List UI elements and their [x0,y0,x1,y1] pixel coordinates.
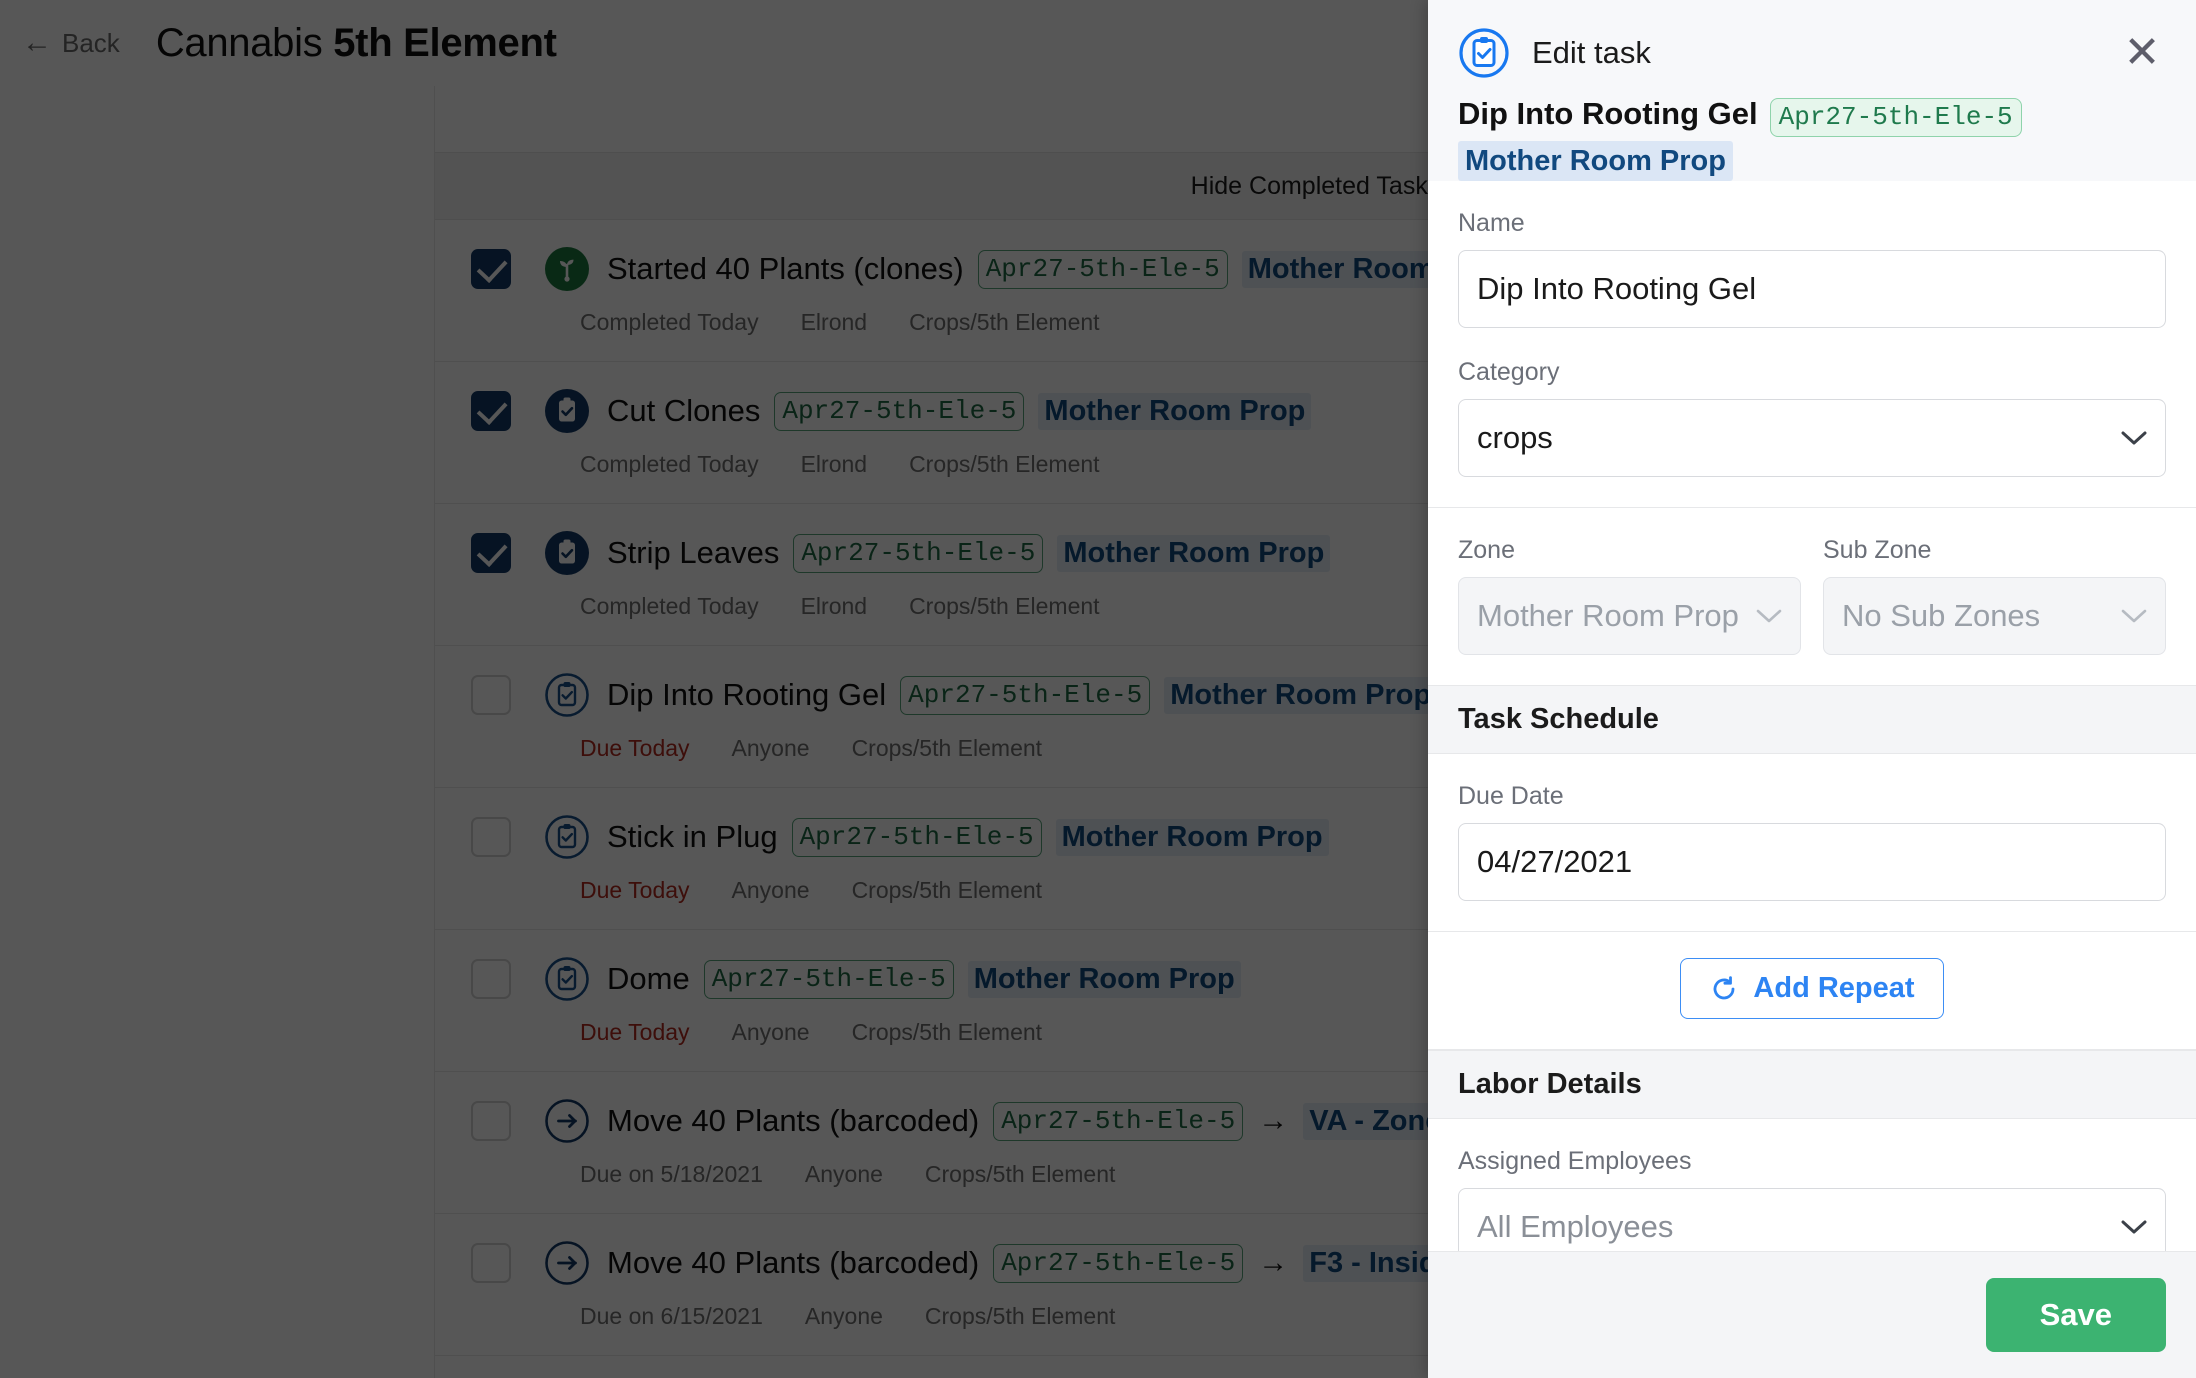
edit-task-panel: Edit task ✕ Dip Into Rooting Gel Apr27-5t… [1428,0,2196,1378]
subject-batch-tag: Apr27-5th-Ele-5 [1769,98,2022,137]
name-label: Name [1458,209,1525,238]
repeat-area: Add Repeat [1428,932,2196,1051]
repeat-icon [1709,974,1739,1004]
chevron-down-icon [1756,608,1782,624]
panel-title: Edit task [1532,35,1651,70]
task-schedule-section-header: Task Schedule [1428,685,2196,755]
chevron-down-icon [2121,608,2147,624]
assigned-employees-block: Assigned Employees All Employees [1428,1119,2196,1251]
category-field-block: Category crops [1428,358,2196,509]
zone-label: Zone [1458,536,1515,565]
app-screen: ← Back Cannabis 5th Element Hide Complet… [0,0,2196,1378]
panel-header: Edit task ✕ [1428,0,2196,88]
chevron-down-icon [2121,1219,2147,1235]
category-value: crops [1477,420,1553,456]
category-label: Category [1458,358,1560,387]
due-date-input[interactable]: 04/27/2021 [1458,823,2166,902]
add-repeat-button[interactable]: Add Repeat [1680,958,1944,1020]
clipboard-check-circle-icon [1458,27,1510,79]
subject-task-name: Dip Into Rooting Gel [1458,96,1758,131]
close-icon[interactable]: ✕ [2118,29,2166,77]
subzone-label: Sub Zone [1823,536,1932,565]
save-button[interactable]: Save [1985,1278,2166,1352]
subzone-select: No Sub Zones [1823,577,2166,656]
panel-body: Name Dip Into Rooting Gel Category crops… [1428,181,2196,1251]
subject-zone-link[interactable]: Mother Room Prop [1458,140,1733,182]
subzone-value: No Sub Zones [1842,598,2041,634]
name-input[interactable]: Dip Into Rooting Gel [1458,250,2166,329]
category-select[interactable]: crops [1458,399,2166,478]
assigned-employees-value: All Employees [1477,1209,1674,1245]
add-repeat-label: Add Repeat [1753,972,1915,1005]
panel-footer: Save [1428,1251,2196,1378]
due-date-field-block: Due Date 04/27/2021 [1428,754,2196,933]
assigned-employees-select[interactable]: All Employees [1458,1188,2166,1251]
chevron-down-icon [2121,430,2147,446]
zone-value: Mother Room Prop [1477,598,1739,634]
zone-field-block: Zone Mother Room Prop Sub Zone No Sub Zo… [1428,508,2196,686]
labor-details-section-header: Labor Details [1428,1050,2196,1120]
zone-select: Mother Room Prop [1458,577,1801,656]
due-date-label: Due Date [1458,782,1564,811]
name-field-block: Name Dip Into Rooting Gel [1428,181,2196,359]
assigned-employees-label: Assigned Employees [1458,1147,1692,1176]
panel-subject: Dip Into Rooting Gel Apr27-5th-Ele-5 Moth… [1428,88,2196,182]
